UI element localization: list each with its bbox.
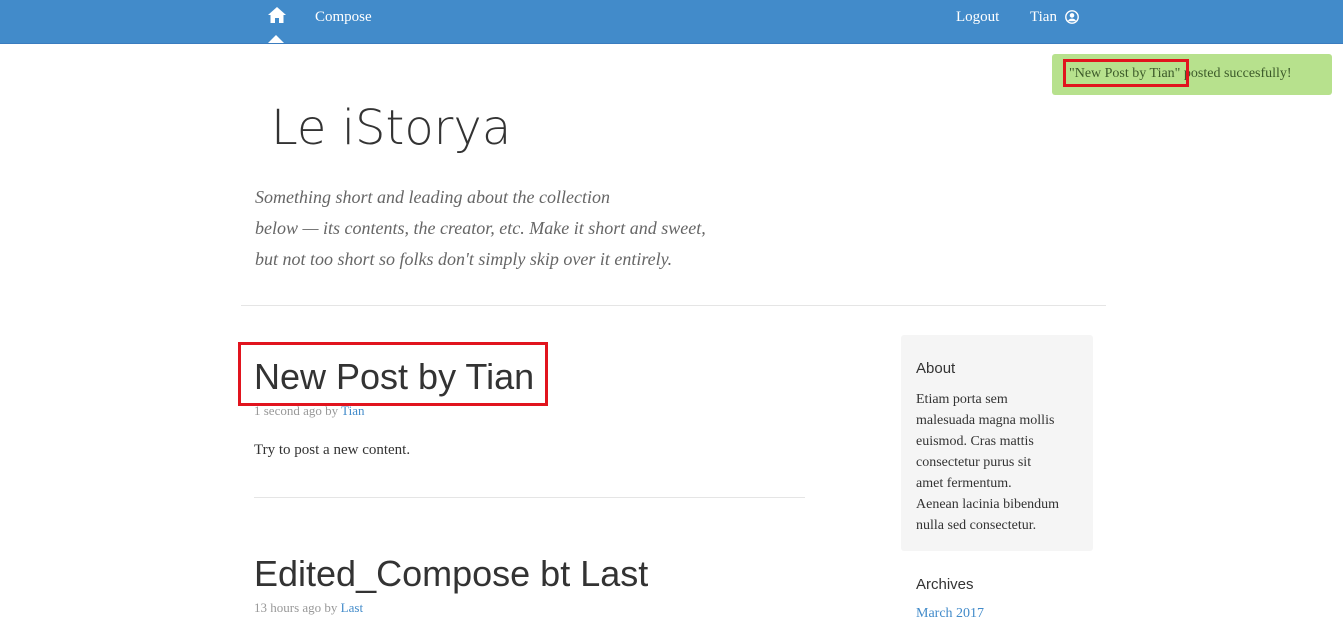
about-heading: About: [916, 360, 956, 377]
active-nav-caret: [268, 35, 284, 43]
post-author-link[interactable]: Tian: [341, 403, 364, 418]
top-navbar: Compose Logout Tian: [0, 0, 1343, 44]
about-line: malesuada magna mollis: [916, 413, 1055, 428]
about-line: Aenean lacinia bibendum: [916, 497, 1060, 512]
site-lead: Something short and leading about the co…: [255, 182, 755, 275]
post-body: Try to post a new content.: [254, 442, 411, 458]
post-meta: 13 hours ago by Last: [254, 600, 363, 616]
header-divider: [241, 305, 1106, 306]
about-line: euismod. Cras mattis: [916, 434, 1034, 449]
nav-compose-link[interactable]: Compose: [315, 9, 372, 26]
about-text: Etiam porta sem malesuada magna mollis e…: [916, 389, 1084, 536]
post-divider: [254, 497, 805, 498]
lead-line: Something short and leading about the co…: [255, 187, 610, 207]
about-line: nulla sed consectetur.: [916, 518, 1037, 533]
about-line: consectetur purus sit: [916, 455, 1032, 470]
lead-line: but not too short so folks don't simply …: [255, 249, 673, 269]
post-title-highlight-box: [238, 342, 548, 406]
alert-title-highlight-box: [1063, 59, 1189, 87]
success-alert: "New Post by Tian" posted succesfully!: [1052, 54, 1332, 95]
about-line: Etiam porta sem: [916, 392, 1008, 407]
post-author-link[interactable]: Last: [341, 600, 363, 615]
post-time: 1 second ago by: [254, 403, 342, 418]
nav-user-link[interactable]: Tian: [1030, 9, 1057, 26]
archive-link-march-2017[interactable]: March 2017: [916, 606, 984, 622]
site-title: Le iStorya: [271, 100, 512, 156]
post-meta: 1 second ago by Tian: [254, 403, 365, 419]
nav-logout-link[interactable]: Logout: [956, 9, 999, 26]
user-circle-icon[interactable]: [1065, 10, 1079, 24]
lead-line: below — its contents, the creator, etc. …: [255, 218, 706, 238]
post-time: 13 hours ago by: [254, 600, 341, 615]
sidebar-about-box: About Etiam porta sem malesuada magna mo…: [901, 335, 1093, 551]
home-icon[interactable]: [267, 5, 287, 25]
about-line: amet fermentum.: [916, 476, 1012, 491]
archives-heading: Archives: [916, 576, 974, 593]
post-title[interactable]: Edited_Compose bt Last: [254, 553, 648, 595]
